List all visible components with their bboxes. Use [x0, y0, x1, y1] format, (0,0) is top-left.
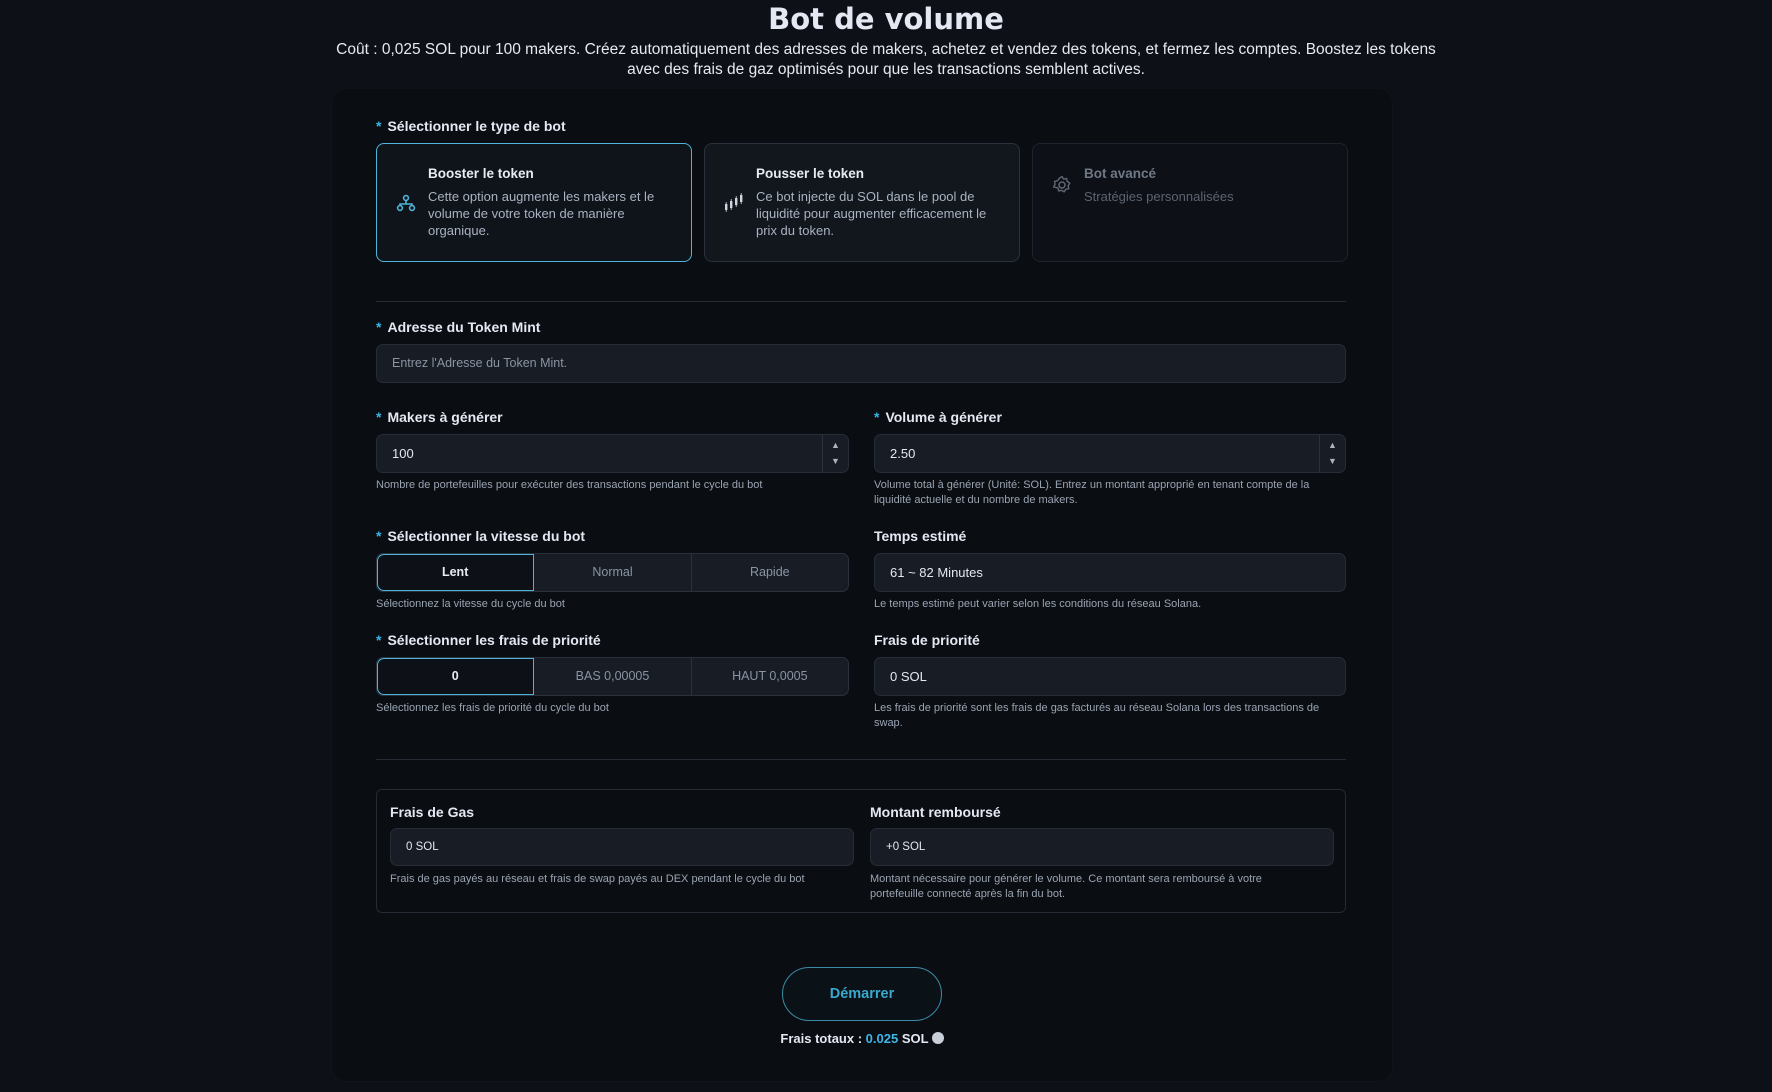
- stepper-up-icon[interactable]: ▲: [831, 441, 840, 450]
- volume-stepper[interactable]: ▲ ▼: [1319, 435, 1345, 472]
- makers-value: 100: [392, 446, 414, 461]
- start-button[interactable]: Démarrer: [782, 967, 942, 1021]
- required-marker: *: [376, 409, 382, 425]
- priority-option-high[interactable]: HAUT 0,0005: [692, 658, 848, 695]
- required-marker: *: [376, 632, 382, 648]
- estimated-time-help: Le temps estimé peut varier selon les co…: [874, 598, 1202, 610]
- priority-option-zero[interactable]: 0: [377, 658, 535, 695]
- bot-form-card: * Sélectionner le type de bot Booster le …: [332, 89, 1392, 1081]
- divider: [376, 301, 1346, 302]
- refund-help: Montant nécessaire pour générer le volum…: [870, 873, 1262, 900]
- mint-address-input[interactable]: Entrez l'Adresse du Token Mint.: [376, 344, 1346, 383]
- speed-option-normal[interactable]: Normal: [534, 554, 692, 591]
- required-marker: *: [376, 528, 382, 544]
- makers-help: Nombre de portefeuilles pour exécuter de…: [376, 479, 763, 491]
- estimated-time-label: Temps estimé: [874, 528, 967, 544]
- page: Bot de volume Coût : 0,025 SOL pour 100 …: [0, 0, 1772, 1092]
- fee-summary-box: Frais de Gas 0 SOL Frais de gas payés au…: [376, 789, 1346, 913]
- bot-option-desc: Ce bot injecte du SOL dans le pool de li…: [756, 189, 987, 238]
- divider: [376, 759, 1346, 760]
- speed-selector: Lent Normal Rapide: [376, 553, 849, 592]
- priority-fee-field: 0 SOL: [874, 657, 1346, 696]
- makers-label: * Makers à générer: [376, 409, 503, 425]
- bot-option-name: Pousser le token: [756, 166, 865, 181]
- volume-value: 2.50: [890, 446, 916, 461]
- total-fees-amount: 0.025: [865, 1031, 899, 1046]
- stepper-up-icon[interactable]: ▲: [1328, 441, 1337, 450]
- bot-option-push[interactable]: Pousser le token Ce bot injecte du SOL d…: [704, 143, 1020, 262]
- total-fees-unit: SOL: [898, 1031, 929, 1046]
- refund-label: Montant remboursé: [870, 804, 1001, 820]
- priority-fee-label: Frais de priorité: [874, 632, 980, 648]
- bot-option-desc: Stratégies personnalisées: [1084, 189, 1234, 204]
- bot-option-desc: Cette option augmente les makers et le v…: [428, 189, 655, 238]
- gear-icon: [1052, 175, 1071, 193]
- priority-fee-help: Les frais de priorité sont les frais de …: [874, 702, 1320, 729]
- bot-option-advanced: Bot avancé Stratégies personnalisées: [1032, 143, 1348, 262]
- stepper-down-icon[interactable]: ▼: [831, 457, 840, 466]
- speed-label: * Sélectionner la vitesse du bot: [376, 528, 586, 544]
- priority-option-low[interactable]: BAS 0,00005: [534, 658, 692, 695]
- bot-option-boost[interactable]: Booster le token Cette option augmente l…: [376, 143, 692, 262]
- bot-option-name: Booster le token: [428, 166, 534, 181]
- volume-input[interactable]: 2.50 ▲ ▼: [874, 434, 1346, 473]
- speed-option-fast[interactable]: Rapide: [692, 554, 848, 591]
- stepper-down-icon[interactable]: ▼: [1328, 457, 1337, 466]
- total-fees: Frais totaux : 0.025 SOL: [332, 1031, 1392, 1046]
- required-marker: *: [874, 409, 880, 425]
- volume-help: Volume total à générer (Unité: SOL). Ent…: [874, 479, 1310, 506]
- gas-field: 0 SOL: [390, 828, 854, 866]
- gas-label: Frais de Gas: [390, 804, 475, 820]
- makers-stepper[interactable]: ▲ ▼: [822, 435, 848, 472]
- speed-help: Sélectionnez la vitesse du cycle du bot: [376, 598, 565, 610]
- required-marker: *: [376, 118, 382, 134]
- makers-input[interactable]: 100 ▲ ▼: [376, 434, 849, 473]
- priority-selector: 0 BAS 0,00005 HAUT 0,0005: [376, 657, 849, 696]
- mint-label: * Adresse du Token Mint: [376, 319, 541, 335]
- bot-type-label: * Sélectionner le type de bot: [376, 118, 566, 134]
- total-fees-prefix: Frais totaux :: [780, 1031, 866, 1046]
- estimated-time-field: 61 ~ 82 Minutes: [874, 553, 1346, 592]
- gas-help: Frais de gas payés au réseau et frais de…: [390, 873, 805, 885]
- required-marker: *: [376, 319, 382, 335]
- priority-select-help: Sélectionnez les frais de priorité du cy…: [376, 702, 609, 714]
- volume-label: * Volume à générer: [874, 409, 1002, 425]
- refund-field: +0 SOL: [870, 828, 1334, 866]
- bot-option-name: Bot avancé: [1084, 166, 1157, 181]
- priority-select-label: * Sélectionner les frais de priorité: [376, 632, 601, 648]
- page-subtitle: Coût : 0,025 SOL pour 100 makers. Créez …: [336, 41, 1436, 78]
- speed-option-slow[interactable]: Lent: [377, 554, 535, 591]
- info-icon[interactable]: [931, 1032, 944, 1044]
- page-title: Bot de volume: [768, 2, 1004, 36]
- chart-up-icon: [725, 193, 743, 212]
- network-icon: [396, 194, 416, 212]
